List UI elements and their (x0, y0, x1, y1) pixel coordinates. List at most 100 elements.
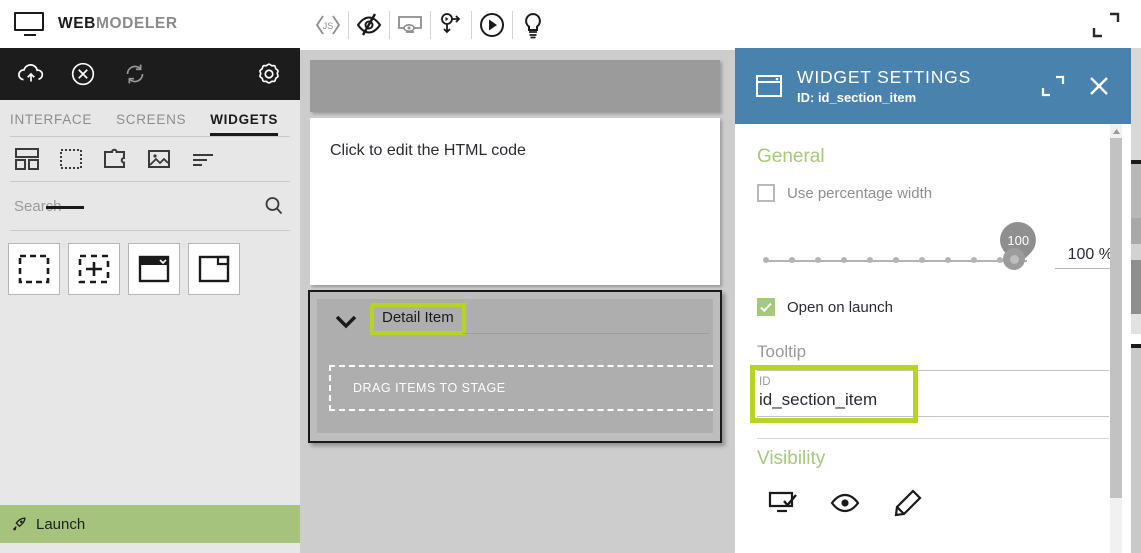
scroll-up-arrow[interactable] (1110, 124, 1122, 138)
search-bar (0, 182, 300, 230)
panel-close-button[interactable] (1083, 70, 1115, 102)
refresh-icon[interactable] (120, 59, 150, 89)
widget-settings-body: General Use percentage width 100 100 % O… (735, 124, 1131, 553)
left-sidebar: WEBMODELER INTERFACE SCREENS WIDGETS Sea… (0, 0, 300, 553)
caret-up-icon (1112, 128, 1120, 134)
js-code-button[interactable]: JS (308, 6, 348, 44)
open-on-launch-label: Open on launch (787, 298, 893, 316)
tooltip-field-top-rule (757, 370, 1109, 371)
open-on-launch-checkbox[interactable] (757, 298, 775, 316)
use-percentage-width-checkbox[interactable] (757, 184, 775, 202)
launch-label: Launch (36, 515, 86, 533)
panel-title: WIDGET SETTINGS (797, 67, 972, 87)
window-icon (756, 75, 782, 97)
brand-title-part2: MODELER (95, 15, 178, 32)
preview-screen-icon (398, 16, 422, 33)
detail-item-body: DRAG ITEMS TO STAGE (317, 347, 713, 433)
gear-icon[interactable] (254, 59, 284, 89)
scrollbar-thumb[interactable] (1110, 138, 1122, 498)
hidden-toggle-button[interactable] (349, 6, 389, 44)
width-slider[interactable]: 100 100 % (757, 214, 1113, 282)
visibility-icons (757, 488, 1109, 518)
center-canvas-region: JS Click to edit the HTML code Detail It… (300, 0, 735, 553)
grid-widget-thumb[interactable] (68, 243, 120, 295)
slider-bubble-value: 100 (1007, 232, 1029, 248)
detail-item-header-rule (463, 333, 709, 334)
section-widget-thumb[interactable] (8, 243, 60, 295)
preview-screen-button[interactable] (390, 6, 430, 44)
brand-title-part1: WEB (58, 15, 96, 32)
slider-knob[interactable] (1003, 248, 1025, 270)
design-canvas[interactable]: Click to edit the HTML code Detail Item … (300, 50, 735, 553)
hint-button[interactable] (513, 6, 553, 44)
panel-frame-icon (198, 255, 230, 283)
image-icon[interactable] (146, 146, 172, 172)
slider-value-display[interactable]: 100 % (1055, 246, 1113, 269)
pencil-icon[interactable] (891, 488, 923, 518)
background-window-sliver (1131, 48, 1141, 553)
widget-settings-panel: WIDGET SETTINGS ID: id_section_item Gene… (735, 48, 1131, 553)
open-on-launch-row[interactable]: Open on launch (757, 298, 1109, 316)
dashed-box-icon[interactable] (58, 146, 84, 172)
sidebar-dark-toolbar (0, 48, 300, 100)
tab-screens[interactable]: SCREENS (116, 112, 186, 136)
checkmark-icon (760, 302, 772, 313)
panel-scrollbar[interactable] (1110, 124, 1122, 553)
expand-icon (1041, 75, 1065, 97)
widget-settings-header: WIDGET SETTINGS ID: id_section_item (735, 48, 1131, 124)
tooltip-id-label: ID (759, 376, 771, 388)
flow-icon (441, 13, 461, 34)
tooltip-field-bottom-rule (757, 416, 1109, 417)
tooltip-section-rule (757, 438, 1109, 439)
cloud-upload-icon[interactable] (16, 59, 46, 89)
tooltip-id-field[interactable]: ID (750, 365, 1109, 439)
widget-category-icons (0, 137, 300, 181)
drop-zone[interactable]: DRAG ITEMS TO STAGE (329, 365, 713, 411)
flow-button[interactable] (431, 6, 471, 44)
play-button[interactable] (472, 6, 512, 44)
monitor-icon (14, 12, 46, 36)
tab-widgets[interactable]: WIDGETS (210, 112, 279, 136)
tab-interface[interactable]: INTERFACE (10, 112, 92, 136)
window-widget-thumb[interactable] (128, 243, 180, 295)
eye-icon[interactable] (829, 488, 861, 518)
top-right-bar (735, 0, 1141, 48)
panel-expand-button[interactable] (1037, 70, 1069, 102)
detail-item-title: Detail Item (382, 309, 454, 326)
html-code-widget[interactable]: Click to edit the HTML code (310, 118, 720, 285)
panel-subtitle: ID: id_section_item (797, 90, 917, 105)
chevron-down-icon[interactable] (335, 313, 357, 331)
tooltip-id-input[interactable] (759, 390, 1089, 410)
detail-item-widget[interactable]: Detail Item DRAG ITEMS TO STAGE (308, 290, 722, 443)
list-icon[interactable] (190, 146, 216, 172)
use-percentage-width-label: Use percentage width (787, 184, 933, 202)
js-code-icon: JS (315, 15, 341, 35)
active-category-underline (46, 206, 84, 209)
grid-frame-icon (78, 254, 110, 284)
rocket-icon (13, 517, 26, 531)
visibility-heading: Visibility (757, 448, 826, 469)
detail-item-header: Detail Item (317, 299, 713, 347)
widget-thumbnails (0, 231, 300, 307)
brand-header: WEBMODELER (0, 0, 300, 48)
detail-item-title-highlight: Detail Item (370, 303, 466, 335)
hidden-eye-icon (356, 13, 382, 36)
canvas-toolbar: JS (300, 0, 735, 50)
close-circle-icon[interactable] (68, 59, 98, 89)
general-heading: General (757, 146, 825, 167)
search-icon[interactable] (262, 194, 286, 218)
gray-header-widget[interactable] (310, 60, 720, 112)
panel-widget-thumb[interactable] (188, 243, 240, 295)
widget-settings-titles: WIDGET SETTINGS ID: id_section_item (797, 67, 1023, 105)
expand-window-icon[interactable] (1090, 10, 1122, 40)
tooltip-heading: Tooltip (757, 342, 807, 361)
lightbulb-icon (525, 12, 541, 39)
layout-icon[interactable] (14, 146, 40, 172)
launch-button[interactable]: Launch (0, 505, 300, 543)
html-widget-text: Click to edit the HTML code (330, 142, 526, 159)
dashed-frame-icon (18, 254, 50, 284)
svg-text:JS: JS (323, 21, 334, 31)
use-percentage-width-row[interactable]: Use percentage width (757, 184, 1109, 202)
puzzle-icon[interactable] (102, 146, 128, 172)
screen-check-icon[interactable] (767, 488, 799, 518)
